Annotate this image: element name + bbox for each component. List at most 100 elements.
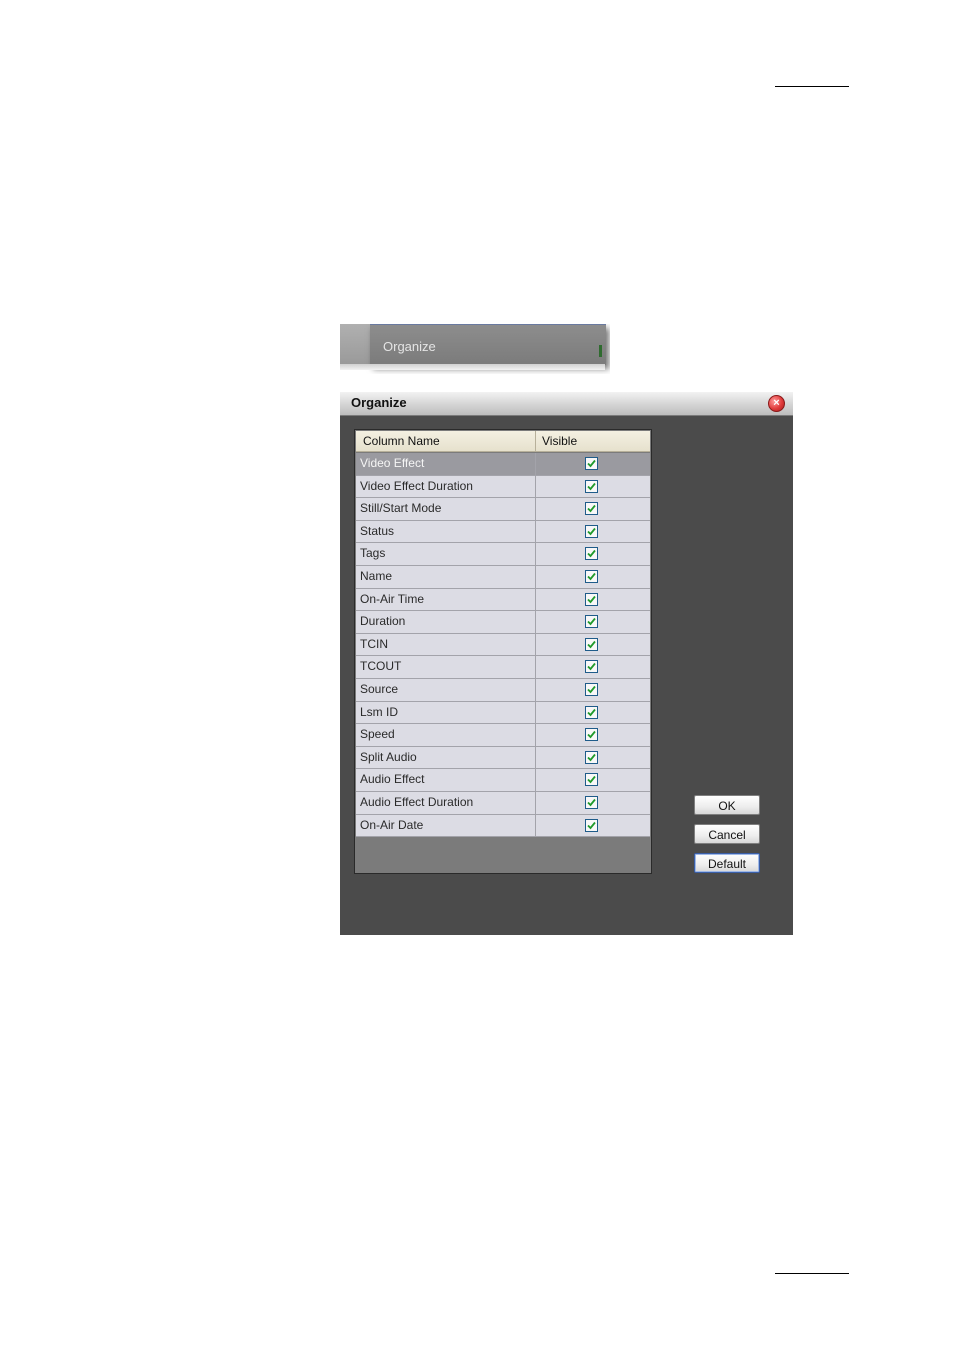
page-header-rule [775,86,849,87]
checkmark-icon [587,731,596,739]
visible-checkbox[interactable] [585,479,598,493]
default-button[interactable]: Default [694,853,760,873]
menu-item-organize[interactable]: Organize [370,324,606,365]
cancel-button[interactable]: Cancel [694,824,760,844]
table-row[interactable]: TCOUT [356,656,650,679]
table-row[interactable]: Name [356,565,650,589]
column-name-cell: Split Audio [356,746,536,769]
visible-checkbox[interactable] [585,750,598,764]
checkmark-icon [587,821,596,829]
column-name-cell: Lsm ID [356,701,536,724]
table-row[interactable]: On-Air Time [356,588,650,612]
table-row[interactable]: Split Audio [356,746,650,770]
visible-checkbox[interactable] [585,818,598,832]
checkmark-icon [587,776,596,784]
table-row[interactable]: Video Effect [356,453,650,476]
column-name-cell: On-Air Date [356,814,536,837]
close-icon[interactable]: × [768,395,785,412]
visible-checkbox[interactable] [585,682,598,696]
checkmark-icon [587,572,596,581]
menu-item-label: Organize [383,339,436,354]
visible-cell [536,747,650,769]
table-row[interactable]: Status [356,520,650,544]
visible-cell [536,498,650,520]
table-row[interactable]: Still/Start Mode [356,498,650,521]
column-name-cell: Audio Effect Duration [356,791,536,814]
column-name-cell: On-Air Time [356,588,536,611]
visible-checkbox[interactable] [585,569,598,583]
column-name-cell: Video Effect [356,453,536,475]
visible-cell [536,792,650,814]
page-footer-rule [775,1273,849,1274]
visible-checkbox[interactable] [585,795,598,809]
visible-checkbox[interactable] [585,637,598,651]
visible-checkbox[interactable] [585,615,598,629]
table-row[interactable]: On-Air Date [356,814,650,838]
visible-cell [536,453,650,475]
column-name-cell: Audio Effect [356,769,536,791]
column-name-cell: Video Effect Duration [356,475,536,498]
dialog-title: Organize [351,395,407,410]
visible-checkbox[interactable] [585,660,598,674]
checkmark-icon [587,685,596,694]
table-row[interactable]: Duration [356,611,650,634]
column-name-cell: Tags [356,543,536,565]
table-row[interactable]: Tags [356,543,650,566]
visible-checkbox[interactable] [585,524,598,538]
table-row[interactable]: Video Effect Duration [356,475,650,499]
visible-cell [536,589,650,611]
visible-checkbox[interactable] [585,457,598,470]
table-row[interactable]: Lsm ID [356,701,650,725]
column-name-cell: Name [356,565,536,588]
table-row[interactable]: Audio Effect Duration [356,791,650,815]
checkmark-icon [587,505,596,513]
column-name-cell: Status [356,520,536,543]
visible-checkbox[interactable] [585,773,598,787]
table-row[interactable]: TCIN [356,633,650,657]
column-name-header[interactable]: Column Name [356,431,536,451]
visible-cell [536,679,650,701]
checkmark-icon [587,708,596,716]
column-name-cell: Speed [356,724,536,746]
organize-dialog: Organize × Column Name Visible Video Eff… [340,392,793,935]
visible-checkbox[interactable] [585,502,598,516]
visible-cell [536,724,650,746]
menu-bottom-edge [340,364,605,370]
visible-checkbox[interactable] [585,592,598,606]
checkmark-icon [587,550,596,558]
checkmark-icon [587,618,596,626]
grid-header: Column Name Visible [356,431,650,452]
column-grid: Column Name Visible Video Effect Video Ef… [354,429,652,874]
visible-checkbox[interactable] [585,547,598,561]
column-name-cell: TCOUT [356,656,536,678]
visible-cell [536,521,650,543]
ok-button[interactable]: OK [694,795,760,815]
visible-cell [536,769,650,791]
visible-cell [536,656,650,678]
visible-cell [536,476,650,498]
visible-checkbox[interactable] [585,728,598,742]
checkmark-icon [587,595,596,603]
menu-icon-gutter [340,324,370,364]
visible-checkbox[interactable] [585,705,598,719]
grid-body: Video Effect Video Effect Duration Still/S… [356,453,650,838]
column-name-cell: TCIN [356,633,536,656]
context-menu-snippet: Organize [340,324,610,374]
checkmark-icon [587,482,596,490]
visible-cell [536,815,650,837]
checkmark-icon [587,459,596,468]
table-row[interactable]: Audio Effect [356,769,650,792]
checkmark-icon [587,527,596,536]
table-row[interactable]: Speed [356,724,650,747]
checkmark-icon [587,640,596,649]
visible-header[interactable]: Visible [536,431,650,451]
column-name-cell: Duration [356,611,536,633]
column-name-cell: Source [356,678,536,701]
table-row[interactable]: Source [356,678,650,702]
visible-cell [536,634,650,656]
checkmark-icon [587,753,596,762]
dialog-title-bar[interactable]: Organize × [340,392,793,416]
visible-cell [536,702,650,724]
checkmark-icon [587,663,596,671]
checkmark-icon [587,798,596,807]
